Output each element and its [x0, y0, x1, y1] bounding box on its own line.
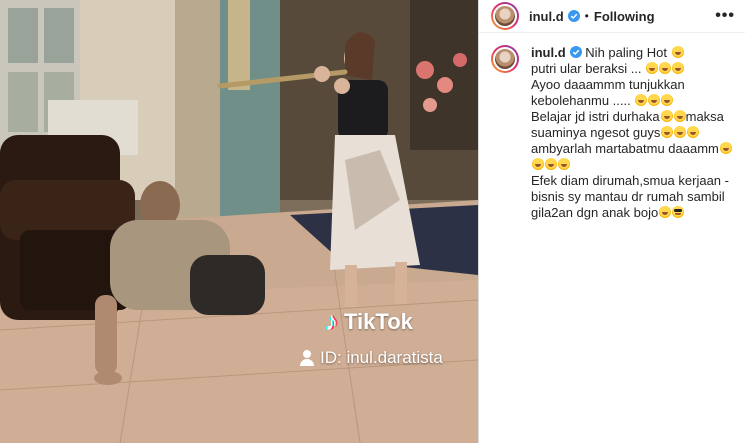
- more-options-icon[interactable]: •••: [715, 7, 735, 25]
- caption-username-link[interactable]: inul.d: [531, 45, 566, 60]
- avatar[interactable]: [491, 2, 519, 30]
- caption-text: Efek diam dirumah,smua kerjaan -: [531, 173, 729, 188]
- caption-line-5: Belajar jd istri durhaka maksa: [531, 109, 732, 125]
- tiktok-id-watermark: ID: inul.daratista: [300, 348, 443, 368]
- caption-line-3: Ayoo daaammm tunjukkan: [531, 77, 732, 93]
- tiktok-note-icon: ♪: [325, 306, 338, 336]
- rofl-emoji-icon: [687, 126, 700, 138]
- rofl-emoji-icon: [660, 110, 673, 122]
- caption-text: maksa: [685, 109, 724, 124]
- caption-line-10: bisnis sy mantau dr rumah sambil: [531, 189, 732, 205]
- header-separator: •: [584, 9, 589, 23]
- rofl-emoji-icon: [661, 94, 674, 106]
- rofl-emoji-icon: [719, 142, 732, 154]
- caption-line-7: ambyarlah martabatmu daaamm: [531, 141, 732, 157]
- caption-text: ambyarlah martabatmu daaamm: [531, 141, 719, 156]
- verified-badge-icon: [569, 46, 582, 58]
- rofl-emoji-icon: [545, 158, 557, 170]
- caption-text: Belajar jd istri durhaka: [531, 109, 660, 124]
- rofl-emoji-icon: [659, 206, 672, 218]
- username-link[interactable]: inul.d: [529, 9, 564, 24]
- rofl-emoji-icon: [671, 46, 684, 58]
- caption-avatar[interactable]: [491, 45, 519, 73]
- post-sidebar: inul.d • Following ••• inul.d Nih paling…: [478, 0, 745, 443]
- rofl-emoji-icon: [558, 158, 570, 170]
- rofl-emoji-icon: [646, 62, 659, 74]
- rofl-emoji-icon: [659, 62, 672, 74]
- caption-text: Ayoo daaammm tunjukkan: [531, 77, 685, 92]
- rofl-emoji-icon: [661, 126, 674, 138]
- rofl-emoji-icon: [532, 158, 544, 170]
- tiktok-watermark-label: TikTok: [344, 308, 413, 334]
- caption-line-9: Efek diam dirumah,smua kerjaan -: [531, 173, 732, 189]
- post-header: inul.d • Following •••: [479, 0, 745, 33]
- caption: inul.d Nih paling Hot putri ular beraksi…: [479, 33, 745, 221]
- instagram-post: ♪ TikTok ID: inul.daratista inul.d • Fol…: [0, 0, 745, 443]
- caption-text: kebolehanmu .....: [531, 93, 631, 108]
- following-button[interactable]: Following: [594, 9, 655, 24]
- rofl-emoji-icon: [673, 110, 686, 122]
- sunglasses-emoji-icon: [672, 206, 685, 218]
- caption-line-11: gila2an dgn anak bojo: [531, 205, 732, 221]
- tiktok-watermark: ♪ TikTok: [325, 306, 413, 337]
- rofl-emoji-icon: [648, 94, 661, 106]
- rofl-emoji-icon: [674, 126, 687, 138]
- caption-line-1: inul.d Nih paling Hot: [531, 45, 732, 61]
- caption-text: gila2an dgn anak bojo: [531, 205, 659, 220]
- person-icon: [300, 350, 314, 366]
- caption-line-6: suaminya ngesot guys: [531, 125, 732, 141]
- caption-text: suaminya ngesot guys: [531, 125, 661, 140]
- caption-line-2: putri ular beraksi ...: [531, 61, 732, 77]
- caption-text: putri ular beraksi ...: [531, 61, 642, 76]
- rofl-emoji-icon: [672, 62, 685, 74]
- verified-badge-icon: [567, 10, 580, 22]
- rofl-emoji-icon: [635, 94, 648, 106]
- post-media[interactable]: ♪ TikTok ID: inul.daratista: [0, 0, 478, 443]
- caption-text: bisnis sy mantau dr rumah sambil: [531, 189, 725, 204]
- video-frame: [0, 0, 478, 443]
- caption-body: inul.d Nih paling Hot putri ular beraksi…: [531, 45, 732, 221]
- caption-text: Nih paling Hot: [585, 45, 667, 60]
- caption-line-4: kebolehanmu .....: [531, 93, 732, 109]
- caption-line-8: [531, 157, 732, 173]
- tiktok-id-label: ID: inul.daratista: [320, 348, 443, 367]
